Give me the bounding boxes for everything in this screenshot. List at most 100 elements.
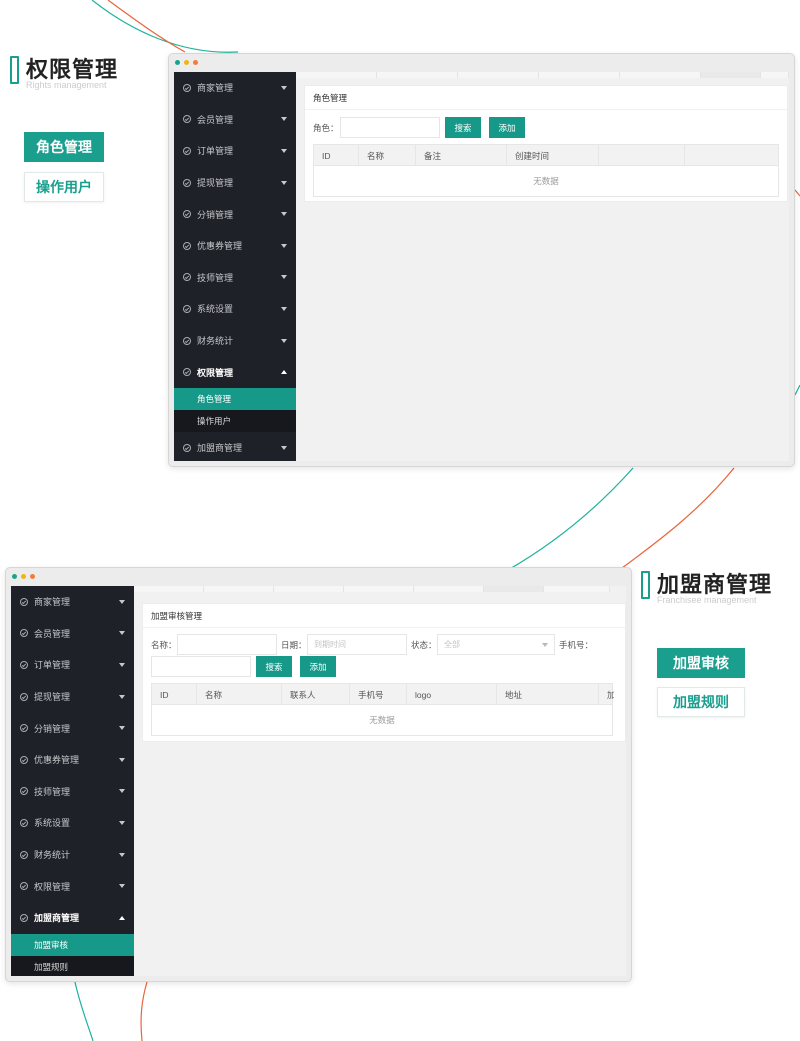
chevron-down-icon: [119, 757, 125, 762]
sidebar-item-rights[interactable]: 权限管理: [174, 356, 296, 388]
tab[interactable]: [134, 586, 204, 592]
feature-operators[interactable]: 操作用户: [24, 172, 104, 202]
tab[interactable]: [538, 72, 620, 78]
sidebar-item-distribution[interactable]: 分销管理: [174, 198, 296, 230]
sidebar-item-merchant[interactable]: 商家管理: [11, 586, 134, 618]
window-dot-green[interactable]: [175, 60, 180, 65]
date-input[interactable]: 到期时间: [307, 634, 407, 655]
tab[interactable]: [274, 586, 344, 592]
phone-input[interactable]: [151, 656, 251, 677]
tab[interactable]: [457, 72, 539, 78]
sidebar: 商家管理 会员管理 订单管理 提现管理 分销管理 优惠券管理 技师管理 系统设置…: [174, 72, 296, 461]
window-viewport: 商家管理 会员管理 订单管理 提现管理 分销管理 优惠券管理 技师管理 系统设置…: [174, 72, 789, 461]
col-id: ID: [314, 145, 359, 166]
tab[interactable]: [344, 586, 414, 592]
chevron-down-icon: [281, 117, 287, 122]
chevron-down-icon: [281, 85, 287, 90]
sidebar-item-orders[interactable]: 订单管理: [11, 649, 134, 681]
status-label: 状态：: [411, 640, 437, 650]
heading-accent-bar: [10, 56, 19, 84]
sidebar-item-coupons[interactable]: 优惠券管理: [11, 744, 134, 776]
sidebar-item-finance[interactable]: 财务统计: [11, 839, 134, 871]
chevron-down-icon: [119, 599, 125, 604]
add-button[interactable]: 添加: [300, 656, 336, 677]
col-truncated: 加: [599, 684, 614, 705]
sidebar-item-technicians[interactable]: 技师管理: [11, 776, 134, 808]
col-id: ID: [152, 684, 197, 705]
chevron-down-icon: [119, 662, 125, 667]
window-viewport: 商家管理 会员管理 订单管理 提现管理 分销管理 优惠券管理 技师管理 系统设置…: [11, 586, 626, 976]
sidebar-item-merchant[interactable]: 商家管理: [174, 72, 296, 104]
menu-icon: [183, 273, 191, 282]
col-extra-2: [685, 145, 780, 166]
audit-panel: 加盟审核管理 名称： 日期： 到期时间 状态： 全部 手机号： 搜索 添加 ID…: [142, 603, 626, 742]
name-input[interactable]: [177, 634, 277, 655]
tab[interactable]: [544, 586, 610, 592]
sidebar-item-settings[interactable]: 系统设置: [174, 293, 296, 325]
empty-text: 无数据: [533, 176, 559, 186]
col-extra-1: [599, 145, 685, 166]
window-dot-orange[interactable]: [193, 60, 198, 65]
sidebar-item-rights[interactable]: 权限管理: [11, 870, 134, 902]
sidebar-item-coupons[interactable]: 优惠券管理: [174, 230, 296, 262]
tab[interactable]: [619, 72, 701, 78]
menu-icon: [20, 850, 28, 859]
role-input[interactable]: [340, 117, 440, 138]
sidebar-item-technicians[interactable]: 技师管理: [174, 262, 296, 294]
sidebar-item-distribution[interactable]: 分销管理: [11, 712, 134, 744]
menu-icon: [183, 368, 191, 377]
sidebar-item-member[interactable]: 会员管理: [174, 104, 296, 136]
menu-icon: [20, 660, 28, 669]
sidebar-item-franchise[interactable]: 加盟商管理: [174, 432, 296, 461]
search-button[interactable]: 搜索: [256, 656, 292, 677]
feature-franchise-audit[interactable]: 加盟审核: [657, 648, 745, 678]
tab[interactable]: [204, 586, 274, 592]
menu-icon: [183, 241, 191, 250]
chevron-up-icon: [281, 370, 287, 375]
sidebar-item-withdraw[interactable]: 提现管理: [174, 167, 296, 199]
menu-icon: [183, 115, 191, 124]
panel-title: 加盟审核管理: [143, 604, 625, 628]
status-select[interactable]: 全部: [437, 634, 555, 655]
tab[interactable]: [376, 72, 458, 78]
sidebar-item-settings[interactable]: 系统设置: [11, 807, 134, 839]
window-controls: [12, 574, 35, 579]
menu-icon: [183, 336, 191, 345]
window-dot-yellow[interactable]: [21, 574, 26, 579]
sidebar-item-finance[interactable]: 财务统计: [174, 325, 296, 357]
chevron-up-icon: [119, 915, 125, 920]
sidebar-subitem-roles[interactable]: 角色管理: [174, 387, 296, 410]
window-dot-green[interactable]: [12, 574, 17, 579]
col-remark: 备注: [416, 145, 507, 166]
tab[interactable]: [414, 586, 484, 592]
feature-role-management[interactable]: 角色管理: [24, 132, 104, 162]
sidebar-item-franchise[interactable]: 加盟商管理: [11, 902, 134, 934]
panel-title: 角色管理: [305, 86, 787, 110]
feature-franchise-rules[interactable]: 加盟规则: [657, 687, 745, 717]
search-button[interactable]: 搜索: [445, 117, 481, 138]
chevron-down-icon: [119, 726, 125, 731]
role-label: 角色：: [313, 123, 339, 133]
sidebar-subitem-audit[interactable]: 加盟审核: [11, 933, 134, 956]
tab-active[interactable]: [484, 586, 544, 592]
menu-icon: [183, 443, 191, 452]
col-phone: 手机号: [350, 684, 407, 705]
tab[interactable]: [760, 72, 789, 78]
window-dot-yellow[interactable]: [184, 60, 189, 65]
col-created: 创建时间: [507, 145, 599, 166]
chevron-down-icon: [281, 445, 287, 450]
chevron-down-icon: [281, 275, 287, 280]
sidebar-subitem-rules[interactable]: 加盟规则: [11, 955, 134, 976]
add-button[interactable]: 添加: [489, 117, 525, 138]
window-dot-orange[interactable]: [30, 574, 35, 579]
sidebar-item-member[interactable]: 会员管理: [11, 618, 134, 650]
audit-table: ID 名称 联系人 手机号 logo 地址 加 无数据: [151, 683, 614, 736]
chevron-down-icon: [281, 243, 287, 248]
sidebar-item-withdraw[interactable]: 提现管理: [11, 681, 134, 713]
tab-active[interactable]: [700, 72, 761, 78]
sidebar-subitem-operators[interactable]: 操作用户: [174, 409, 296, 432]
menu-icon: [20, 755, 28, 764]
menu-icon: [183, 210, 191, 219]
tab[interactable]: [296, 72, 377, 78]
sidebar-item-orders[interactable]: 订单管理: [174, 135, 296, 167]
